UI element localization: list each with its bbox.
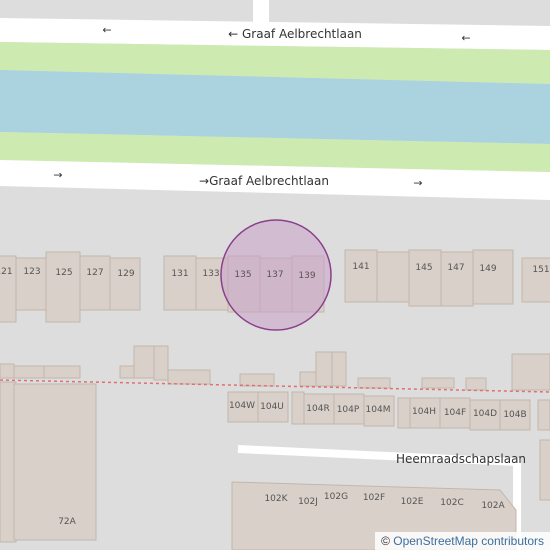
side-road [253,0,269,22]
house-number: 104W [228,401,256,411]
house-number: 102E [400,497,424,507]
house-number: 145 [415,263,433,273]
house-number: 147 [447,263,465,273]
copyright-symbol: © [381,534,390,548]
house-number: 102C [440,498,464,508]
house-number: 104F [443,408,467,418]
house-number: 133 [202,269,220,279]
house-number: 123 [23,267,41,277]
house-number: 121 [0,267,13,277]
attribution: © OpenStreetMap contributors [375,532,550,550]
house-number: 104U [260,402,284,412]
bottom-buildings [539,439,550,501]
street-label-lower: Heemraadschapslaan [395,452,527,466]
arrow-left-icon: ← [228,27,239,41]
house-number: 102A [481,501,505,511]
house-number: 104M [365,405,391,415]
building-72a [0,381,97,543]
house-number: 104D [472,409,498,419]
house-number: 127 [86,268,104,278]
house-number: 72A [58,517,76,527]
house-number: 141 [352,262,370,272]
house-number: 102F [362,493,386,503]
house-number: 135 [234,270,252,280]
house-number: 129 [117,269,135,279]
map-view[interactable]: ← Graaf Aelbrechtlaan →Graaf Aelbrechtla… [0,0,550,550]
house-number: 104H [412,407,436,417]
house-number: 131 [171,269,189,279]
house-number: 151 [532,265,550,275]
house-number: 139 [298,271,316,281]
house-number: 137 [266,270,284,280]
attribution-link[interactable]: OpenStreetMap contributors [393,534,544,548]
street-label-top: ← Graaf Aelbrechtlaan [228,27,362,41]
street-label-mid: →Graaf Aelbrechtlaan [199,174,329,188]
oneway-arrow-left-icon: ← [461,31,471,45]
house-number: 102J [298,497,318,507]
house-number: 104P [336,405,360,415]
house-number: 104B [503,410,527,420]
house-number: 125 [55,268,73,278]
house-number: 104R [306,404,330,414]
oneway-arrow-right-icon: → [53,168,63,182]
oneway-arrow-right-icon: → [413,176,423,190]
arrow-right-icon: → [199,174,210,188]
sheds [0,345,550,391]
oneway-arrow-left-icon: ← [102,23,112,37]
house-number: 102G [323,492,349,502]
house-number: 102K [264,494,288,504]
house-number: 149 [479,264,497,274]
